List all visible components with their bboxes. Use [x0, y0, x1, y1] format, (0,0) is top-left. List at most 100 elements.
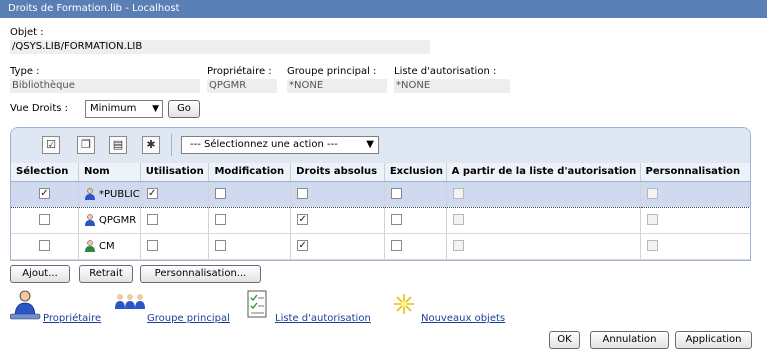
- absolute-cell: [290, 180, 385, 208]
- absolute-checkbox[interactable]: ✓: [297, 214, 309, 226]
- modify-cell: [208, 233, 292, 260]
- owner-link[interactable]: Propriétaire: [43, 313, 101, 324]
- custom-cell: [640, 233, 750, 260]
- table-row[interactable]: CM ✓: [11, 233, 750, 260]
- row-select-checkbox[interactable]: ✓: [39, 188, 50, 200]
- from-list-checkbox: [452, 214, 464, 226]
- absolute-checkbox[interactable]: ✓: [297, 240, 309, 252]
- column-header: A partir de la liste d'autorisation: [446, 163, 641, 182]
- exclude-checkbox[interactable]: [390, 188, 402, 200]
- table-row[interactable]: QPGMR ✓: [11, 207, 750, 234]
- toolbar-divider: [171, 134, 172, 156]
- owner-value: QPGMR: [207, 79, 277, 93]
- user-icon: [85, 240, 95, 252]
- type-label: Type :: [10, 66, 40, 77]
- group-icon: [115, 294, 145, 309]
- name-cell: CM: [78, 233, 141, 260]
- rights-panel: ☑ ❐ ▤ ✱ --- Sélectionnez une action --- …: [10, 127, 751, 261]
- group-link[interactable]: Groupe principal: [147, 313, 230, 324]
- modify-checkbox[interactable]: [215, 188, 227, 200]
- user-icon: [85, 214, 95, 226]
- edit-sort-icon[interactable]: ▤: [109, 136, 127, 154]
- column-header: Utilisation: [140, 163, 210, 182]
- add-button[interactable]: Ajout...: [10, 265, 70, 283]
- go-button[interactable]: Go: [168, 100, 200, 118]
- view-select-value: Minimum: [90, 103, 137, 114]
- exclude-checkbox[interactable]: [390, 240, 402, 252]
- absolute-cell: ✓: [290, 233, 385, 260]
- from_list-cell: [446, 233, 641, 260]
- use-cell: [140, 207, 210, 234]
- from_list-cell: [446, 180, 641, 208]
- name-cell: QPGMR: [78, 207, 141, 234]
- object-value: /QSYS.LIB/FORMATION.LIB: [10, 40, 430, 54]
- column-header: Nom: [78, 163, 141, 182]
- window-title: Droits de Formation.lib - Localhost: [0, 0, 767, 18]
- absolute-cell: ✓: [290, 207, 385, 234]
- object-label: Objet :: [10, 27, 44, 38]
- remove-button[interactable]: Retrait: [79, 265, 133, 283]
- authlist-link[interactable]: Liste d'autorisation: [275, 313, 371, 324]
- settings-icon[interactable]: ✱: [142, 136, 160, 154]
- user-name: *PUBLIC: [99, 189, 140, 200]
- modify-checkbox[interactable]: [215, 214, 227, 226]
- authlist-value: *NONE: [394, 79, 510, 93]
- modify-cell: [208, 180, 292, 208]
- from-list-checkbox: [452, 240, 464, 252]
- selection-cell: [11, 207, 79, 234]
- custom-checkbox: [646, 240, 658, 252]
- action-select-value: --- Sélectionnez une action ---: [190, 139, 338, 150]
- exclude-cell: [384, 207, 447, 234]
- cancel-button[interactable]: Annulation: [590, 331, 669, 349]
- checklist-icon: [247, 290, 267, 318]
- absolute-checkbox[interactable]: [297, 188, 309, 200]
- column-header: Personnalisation: [640, 163, 750, 182]
- group-label: Groupe principal :: [287, 66, 377, 77]
- rights-table: Sélection Nom Utilisation Modification Droit…: [11, 163, 750, 260]
- table-toolbar: ☑ ❐ ▤ ✱ --- Sélectionnez une action --- …: [11, 128, 750, 163]
- customize-button[interactable]: Personnalisation...: [140, 265, 261, 283]
- use-checkbox[interactable]: [146, 214, 158, 226]
- custom-cell: [640, 180, 750, 208]
- modify-cell: [208, 207, 292, 234]
- use-checkbox[interactable]: [146, 240, 158, 252]
- type-value: Bibliothèque: [10, 79, 200, 93]
- modify-checkbox[interactable]: [215, 240, 227, 252]
- use-cell: ✓: [140, 180, 210, 208]
- user-icon: [85, 188, 95, 200]
- column-header: Droits absolus: [290, 163, 385, 182]
- authlist-label: Liste d'autorisation :: [394, 66, 497, 77]
- column-header: Sélection: [11, 163, 79, 182]
- row-select-checkbox[interactable]: [39, 214, 50, 226]
- owner-label: Propriétaire :: [207, 66, 272, 77]
- action-select[interactable]: --- Sélectionnez une action --- ▼: [181, 136, 379, 154]
- custom-checkbox: [646, 214, 658, 226]
- user-name: QPGMR: [99, 215, 137, 226]
- apply-button[interactable]: Application: [675, 331, 752, 349]
- deselect-all-icon[interactable]: ❐: [77, 136, 95, 154]
- column-header: Exclusion: [384, 163, 447, 182]
- select-all-icon[interactable]: ☑: [42, 136, 60, 154]
- from_list-cell: [446, 207, 641, 234]
- ok-button[interactable]: OK: [549, 331, 580, 349]
- use-checkbox[interactable]: ✓: [146, 188, 158, 200]
- column-header: Modification: [208, 163, 292, 182]
- exclude-cell: [384, 233, 447, 260]
- custom-cell: [640, 207, 750, 234]
- new-star-icon: [394, 294, 414, 314]
- view-label: Vue Droits :: [10, 103, 68, 114]
- newobj-link[interactable]: Nouveaux objets: [421, 313, 505, 324]
- group-value: *NONE: [287, 79, 387, 93]
- use-cell: [140, 233, 210, 260]
- row-select-checkbox[interactable]: [39, 240, 50, 252]
- selection-cell: ✓: [11, 180, 79, 208]
- table-row[interactable]: ✓ *PUBLIC ✓: [11, 180, 750, 208]
- selection-cell: [11, 233, 79, 260]
- user-name: CM: [99, 241, 115, 252]
- exclude-checkbox[interactable]: [390, 214, 402, 226]
- custom-checkbox: [646, 188, 658, 200]
- table-header-row: Sélection Nom Utilisation Modification Droit…: [11, 163, 750, 182]
- user-icon: [10, 290, 41, 320]
- dropdown-arrow-icon: ▼: [366, 139, 374, 150]
- view-select[interactable]: Minimum ▼: [85, 100, 163, 118]
